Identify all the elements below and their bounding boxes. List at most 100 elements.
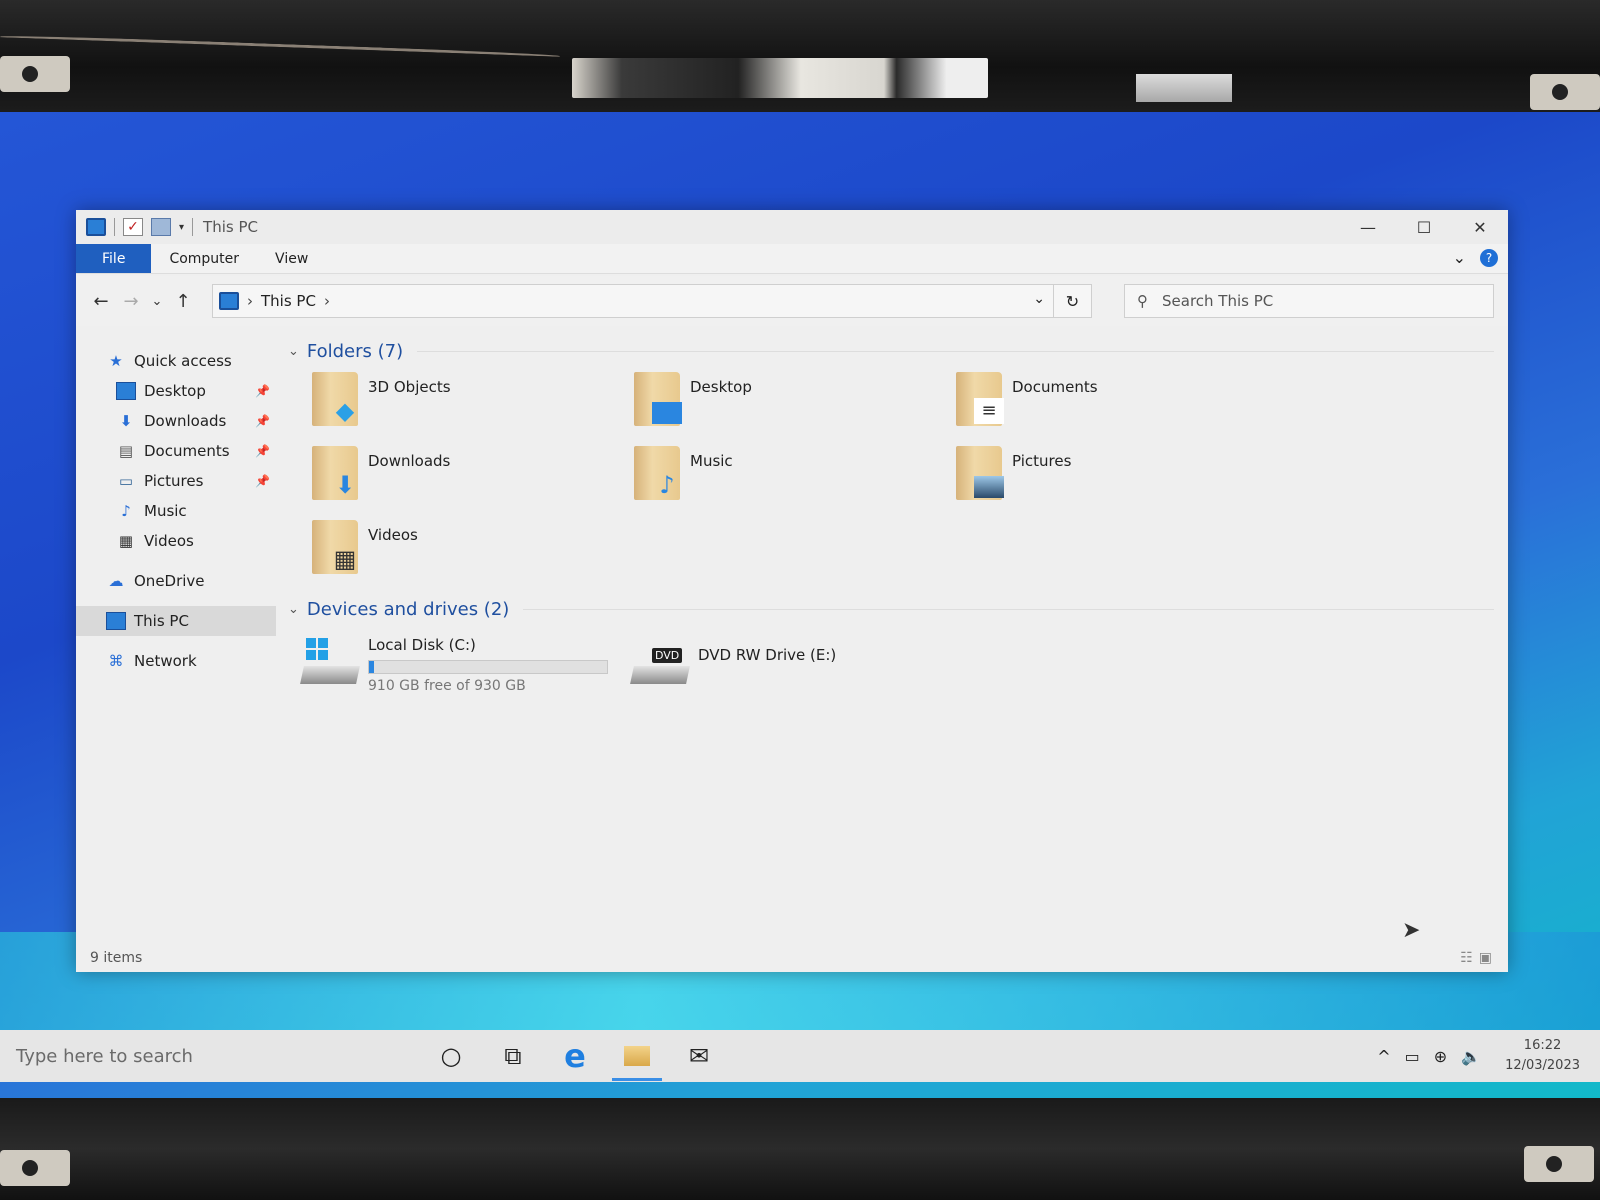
large-icons-view-icon[interactable]: ▣: [1479, 950, 1492, 966]
address-dropdown-icon[interactable]: ⌄: [1033, 291, 1045, 307]
sidebar-item-label: Documents: [144, 442, 230, 460]
drive-label: DVD RW Drive (E:): [698, 646, 837, 664]
battery-icon[interactable]: ▭: [1405, 1047, 1420, 1066]
drives-group-header[interactable]: ⌄ Devices and drives (2): [282, 594, 1508, 624]
window-title: This PC: [203, 218, 258, 236]
up-button[interactable]: ↑: [168, 291, 198, 312]
capacity-bar-fill: [369, 661, 375, 673]
expand-ribbon-icon[interactable]: ⌄: [1453, 248, 1466, 267]
documents-folder-icon: ≡: [956, 372, 1004, 426]
cloud-icon: ☁: [108, 572, 124, 590]
sidebar-item-quick-access[interactable]: ★ Quick access: [76, 346, 276, 376]
folder-label: 3D Objects: [368, 378, 451, 396]
recent-locations-button[interactable]: ⌄: [146, 294, 168, 309]
network-globe-icon[interactable]: ⊕: [1434, 1047, 1447, 1066]
hinge-right: [1524, 1146, 1594, 1182]
sidebar-item-desktop[interactable]: Desktop 📌: [76, 376, 276, 406]
drive-label: Local Disk (C:): [368, 636, 476, 654]
sidebar-item-downloads[interactable]: ⬇ Downloads 📌: [76, 406, 276, 436]
windows-logo-icon: [306, 638, 328, 660]
taskbar-search-input[interactable]: Type here to search: [0, 1046, 420, 1067]
videos-folder-icon: ▦: [312, 520, 358, 574]
cortana-icon[interactable]: ○: [434, 1039, 468, 1073]
folder-3d-objects[interactable]: ◆ 3D Objects: [312, 372, 634, 426]
tab-computer[interactable]: Computer: [151, 244, 257, 273]
sidebar-item-label: OneDrive: [134, 572, 205, 590]
folder-downloads[interactable]: ⬇ Downloads: [312, 446, 634, 500]
content-pane: ⌄ Folders (7) ◆ 3D Objects Desktop ≡ Doc…: [282, 336, 1508, 694]
properties-icon[interactable]: ✓: [123, 218, 143, 236]
system-tray: ^ ▭ ⊕ 🔈 16:22 12/03/2023: [1377, 1036, 1580, 1076]
customize-toolbar-icon[interactable]: ▾: [179, 222, 184, 233]
webcam-board: [572, 58, 988, 98]
music-folder-icon: ♪: [634, 446, 680, 500]
tab-view[interactable]: View: [257, 244, 326, 273]
sidebar-item-documents[interactable]: ▤ Documents 📌: [76, 436, 276, 466]
folder-label: Documents: [1012, 378, 1098, 396]
videos-icon: ▦: [118, 532, 134, 550]
folder-documents[interactable]: ≡ Documents: [956, 372, 1278, 426]
maximize-button[interactable]: ☐: [1396, 210, 1452, 244]
pictures-icon: ▭: [118, 472, 134, 490]
ribbon-right-controls: ⌄ ?: [1453, 248, 1498, 267]
sidebar-item-this-pc[interactable]: This PC: [76, 606, 276, 636]
collapse-chevron-icon[interactable]: ⌄: [288, 602, 299, 617]
laptop-bezel-top: [0, 0, 1600, 112]
taskbar-pinned-apps: ○ ⧉ e ✉: [434, 1037, 716, 1081]
volume-icon[interactable]: 🔈: [1461, 1047, 1481, 1066]
folder-label: Pictures: [1012, 452, 1072, 470]
refresh-button[interactable]: ↻: [1053, 285, 1091, 317]
status-item-count: 9 items: [90, 950, 143, 966]
show-hidden-icons-icon[interactable]: ^: [1377, 1047, 1390, 1066]
task-view-icon[interactable]: ⧉: [496, 1039, 530, 1073]
close-button[interactable]: ✕: [1452, 210, 1508, 244]
clock-date: 12/03/2023: [1505, 1058, 1580, 1073]
screw-mount-right: [1530, 74, 1600, 110]
minimize-button[interactable]: —: [1340, 210, 1396, 244]
back-button[interactable]: ←: [86, 291, 116, 312]
folder-desktop[interactable]: Desktop: [634, 372, 956, 426]
forward-button[interactable]: →: [116, 291, 146, 312]
breadcrumb-this-pc[interactable]: This PC: [261, 292, 316, 310]
file-explorer-icon[interactable]: [612, 1039, 662, 1081]
folders-group-header[interactable]: ⌄ Folders (7): [282, 336, 1508, 366]
edge-icon[interactable]: e: [558, 1037, 592, 1075]
capacity-bar: [368, 660, 608, 674]
search-input[interactable]: Search This PC: [1162, 292, 1273, 310]
folder-videos[interactable]: ▦ Videos: [312, 520, 634, 574]
pictures-folder-icon: [956, 446, 1004, 500]
folder-label: Music: [690, 452, 733, 470]
drive-local-disk-c[interactable]: Local Disk (C:) 910 GB free of 930 GB: [300, 636, 632, 694]
sidebar-item-pictures[interactable]: ▭ Pictures 📌: [76, 466, 276, 496]
navigation-pane: ★ Quick access Desktop 📌 ⬇ Downloads 📌 ▤…: [76, 346, 276, 676]
folder-label: Downloads: [368, 452, 451, 470]
help-icon[interactable]: ?: [1480, 248, 1498, 267]
3d-objects-icon: ◆: [312, 372, 358, 426]
documents-icon: ▤: [118, 442, 134, 460]
downloads-folder-icon: ⬇: [312, 446, 358, 500]
folder-music[interactable]: ♪ Music: [634, 446, 956, 500]
breadcrumb-chevron[interactable]: ›: [324, 292, 330, 310]
downloads-icon: ⬇: [119, 412, 133, 430]
collapse-chevron-icon[interactable]: ⌄: [288, 344, 299, 359]
mail-icon[interactable]: ✉: [682, 1039, 716, 1073]
search-icon: ⚲: [1137, 292, 1148, 310]
details-view-icon[interactable]: ☷: [1460, 950, 1473, 966]
drive-free-space: 910 GB free of 930 GB: [368, 678, 526, 694]
sidebar-item-music[interactable]: ♪ Music: [76, 496, 276, 526]
new-folder-icon[interactable]: [151, 218, 171, 236]
search-box[interactable]: ⚲ Search This PC: [1124, 284, 1494, 318]
sidebar-item-videos[interactable]: ▦ Videos: [76, 526, 276, 556]
sidebar-item-network[interactable]: ⌘ Network: [76, 646, 276, 676]
address-bar[interactable]: › This PC › ⌄ ↻: [212, 284, 1092, 318]
drive-dvd-rw-e[interactable]: DVD DVD RW Drive (E:): [630, 636, 962, 694]
toolbar-separator: [114, 218, 115, 236]
sidebar-item-onedrive[interactable]: ☁ OneDrive: [76, 566, 276, 596]
laptop-bezel-bottom: [0, 1098, 1600, 1200]
breadcrumb-chevron[interactable]: ›: [247, 292, 253, 310]
view-toggles: ☷ ▣: [1460, 950, 1492, 966]
tab-file[interactable]: File: [76, 244, 152, 273]
file-explorer-window: ✓ ▾ This PC — ☐ ✕ File Computer View ⌄ ?: [76, 210, 1508, 972]
clock[interactable]: 16:22 12/03/2023: [1505, 1036, 1580, 1076]
folder-pictures[interactable]: Pictures: [956, 446, 1278, 500]
